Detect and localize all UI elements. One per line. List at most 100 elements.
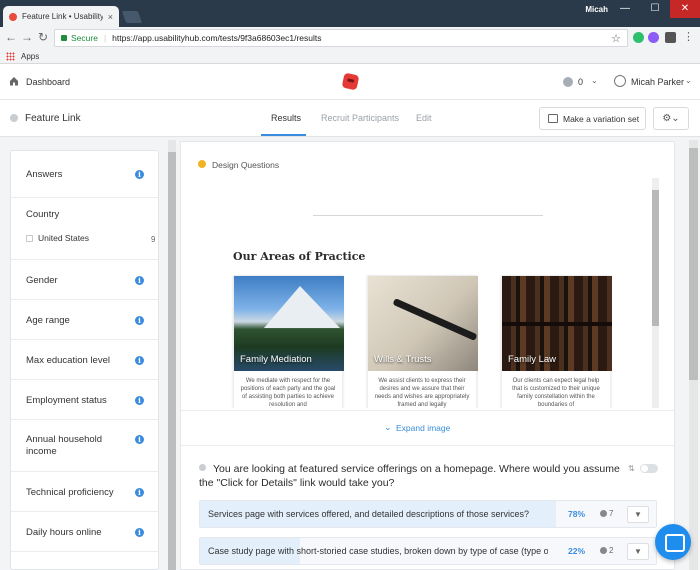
sidebar-scrollbar-thumb[interactable] (168, 152, 176, 570)
answer-percentage: 22% (568, 546, 586, 556)
dashboard-link[interactable]: Dashboard (26, 77, 70, 87)
info-icon[interactable]: i (135, 488, 144, 497)
info-icon[interactable]: i (135, 435, 144, 444)
section-label: Design Questions (212, 160, 280, 170)
make-variation-set-label: Make a variation set (563, 113, 640, 124)
lock-icon (61, 35, 67, 41)
info-icon[interactable]: i (135, 276, 144, 285)
settings-button[interactable]: ⚙⌄ (653, 107, 689, 130)
apps-grid-icon[interactable] (6, 51, 15, 61)
info-icon[interactable]: i (135, 396, 144, 405)
mountain-peak (264, 286, 340, 328)
chevron-down-icon: ⌄ (671, 113, 680, 124)
minimize-icon[interactable]: — (610, 0, 640, 18)
chevron-down-icon[interactable]: ⌄ (685, 76, 692, 85)
filter-annual-household-income[interactable]: Annual household income i (11, 420, 158, 472)
reload-icon[interactable]: ↻ (36, 30, 50, 44)
extension-badge-icon[interactable] (665, 32, 676, 43)
filter-max-education-level[interactable]: Max education level i (11, 340, 158, 380)
filter-label: Age range (26, 315, 70, 326)
filter-employment-status[interactable]: Employment status i (11, 380, 158, 420)
card-description: We mediate with respect for the position… (240, 378, 336, 408)
answer-text: Services page with services offered, and… (208, 509, 530, 519)
credits-icon[interactable] (563, 77, 573, 87)
tab-results[interactable]: Results (271, 113, 301, 123)
tab-edit[interactable]: Edit (416, 113, 432, 123)
info-icon[interactable]: i (135, 170, 144, 179)
checkbox[interactable] (26, 234, 33, 242)
close-window-icon[interactable]: ✕ (670, 0, 700, 18)
back-icon[interactable]: ← (4, 30, 18, 44)
section-status-icon (198, 160, 206, 168)
close-tab-icon[interactable]: × (108, 12, 113, 22)
law-books-image: Family Law (502, 276, 612, 371)
chevron-down-icon[interactable]: ⌄ (384, 422, 392, 433)
favicon-icon (9, 12, 17, 21)
filter-label: Country (26, 209, 60, 220)
grammarly-extension-icon[interactable] (633, 32, 644, 43)
filter-gender[interactable]: Gender i (11, 260, 158, 300)
country-option-count: 9 (151, 235, 156, 244)
url-text: https://app.usabilityhub.com/tests/9f3a6… (112, 33, 322, 43)
bookmark-star-icon[interactable]: ☆ (611, 32, 621, 45)
preview-heading: Our Areas of Practice (233, 250, 366, 263)
browser-tab-title: Feature Link • UsabilityHub (22, 12, 103, 21)
forward-icon[interactable]: → (20, 30, 34, 44)
card-description: We assist clients to express their desir… (374, 378, 470, 408)
filter-technical-proficiency[interactable]: Technical proficiency i (11, 472, 158, 512)
expand-image-link[interactable]: Expand image (396, 423, 450, 433)
filters-sidebar: Answers i Country United States 9 Gender… (10, 150, 159, 570)
info-icon[interactable]: i (135, 528, 144, 537)
app-header: Dashboard 0 ⌄ Micah Parker ⌄ (0, 64, 700, 100)
extension-icon[interactable] (648, 32, 659, 43)
user-icon[interactable] (614, 75, 626, 87)
page-scrollbar-thumb[interactable] (689, 148, 698, 380)
filter-age-range[interactable]: Age range i (11, 300, 158, 340)
sort-icon[interactable]: ⇅ (628, 464, 635, 473)
make-variation-set-button[interactable]: Make a variation set (539, 107, 646, 130)
browser-tab[interactable]: Feature Link • UsabilityHub × (3, 6, 119, 27)
country-option-label: United States (38, 233, 90, 243)
bookmarks-bar: Apps (0, 49, 700, 64)
filter-icon[interactable]: ▼ (627, 506, 649, 523)
secure-label: Secure (71, 33, 98, 43)
filter-label: Answers (26, 169, 63, 180)
answer-row[interactable]: Services page with services offered, and… (199, 500, 657, 528)
credits-count[interactable]: 0 (578, 77, 583, 87)
info-icon[interactable]: i (135, 316, 144, 325)
filter-label: Gender (26, 275, 58, 286)
results-panel: Design Questions Our Areas of Practice F… (180, 141, 675, 570)
chevron-down-icon[interactable]: ⌄ (591, 76, 598, 85)
browser-menu-icon[interactable]: ⋮ (683, 30, 694, 43)
browser-toolbar: ← → ↻ Secure | https://app.usabilityhub.… (0, 27, 700, 49)
filter-label: Technical proficiency (26, 487, 114, 498)
browser-tabstrip: Feature Link • UsabilityHub × Micah — ☐ … (0, 0, 700, 27)
filter-daily-hours-online[interactable]: Daily hours online i (11, 512, 158, 552)
preview-divider (313, 215, 543, 216)
tab-recruit-participants[interactable]: Recruit Participants (321, 113, 399, 123)
filter-answers[interactable]: Answers i (11, 151, 158, 198)
chat-icon[interactable] (655, 524, 691, 560)
browser-profile-name[interactable]: Micah (585, 5, 608, 14)
home-icon[interactable] (9, 76, 19, 86)
new-tab-button[interactable] (121, 11, 143, 23)
design-preview-image[interactable]: Our Areas of Practice Family Mediation W… (195, 178, 663, 408)
filter-country[interactable]: Country (11, 198, 158, 260)
country-option-united-states[interactable]: United States (26, 233, 89, 243)
question-toggle[interactable] (640, 464, 658, 473)
address-bar[interactable]: Secure | https://app.usabilityhub.com/te… (54, 29, 628, 47)
filter-label: Employment status (26, 395, 107, 406)
logo-icon[interactable] (341, 72, 360, 91)
answer-row[interactable]: Case study page with short-storied case … (199, 537, 657, 565)
apps-bookmark[interactable]: Apps (21, 52, 39, 61)
card-title: Family Mediation (240, 354, 312, 365)
maximize-icon[interactable]: ☐ (640, 0, 670, 18)
info-icon[interactable]: i (135, 356, 144, 365)
filter-label: Max education level (26, 355, 110, 366)
card-title: Wills & Trusts (374, 354, 432, 365)
user-menu[interactable]: Micah Parker (631, 77, 684, 87)
filter-icon[interactable]: ▼ (627, 543, 649, 560)
preview-scrollbar-thumb[interactable] (652, 190, 659, 326)
question-text: You are looking at featured service offe… (199, 463, 620, 489)
expand-image-row: ⌄ Expand image (181, 410, 674, 446)
